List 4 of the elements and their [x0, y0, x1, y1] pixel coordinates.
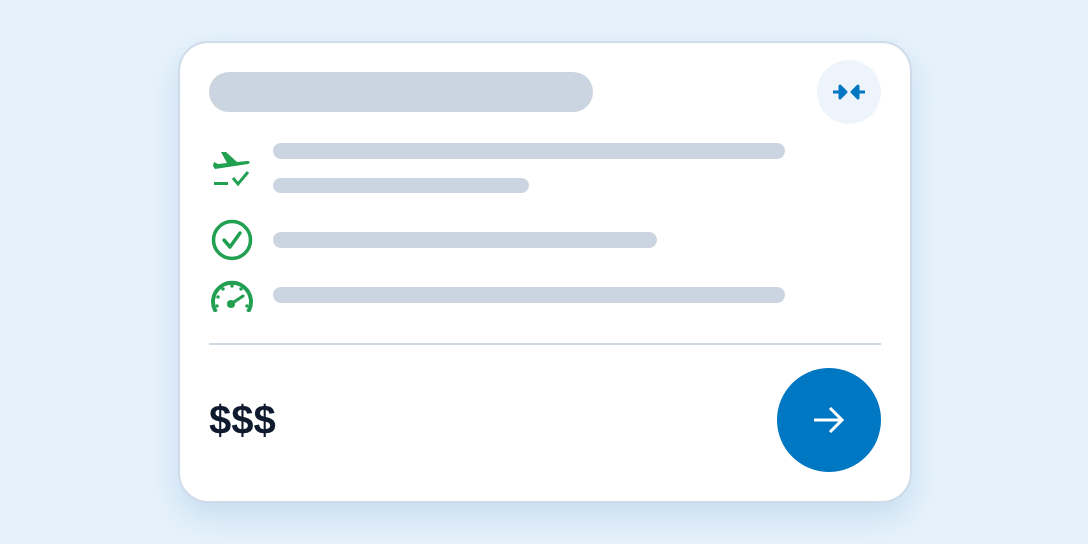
price-level: $$$: [209, 397, 276, 443]
check-circle-icon: [211, 219, 253, 261]
collapse-icon: [832, 83, 866, 101]
gauge-icon: [210, 278, 254, 312]
